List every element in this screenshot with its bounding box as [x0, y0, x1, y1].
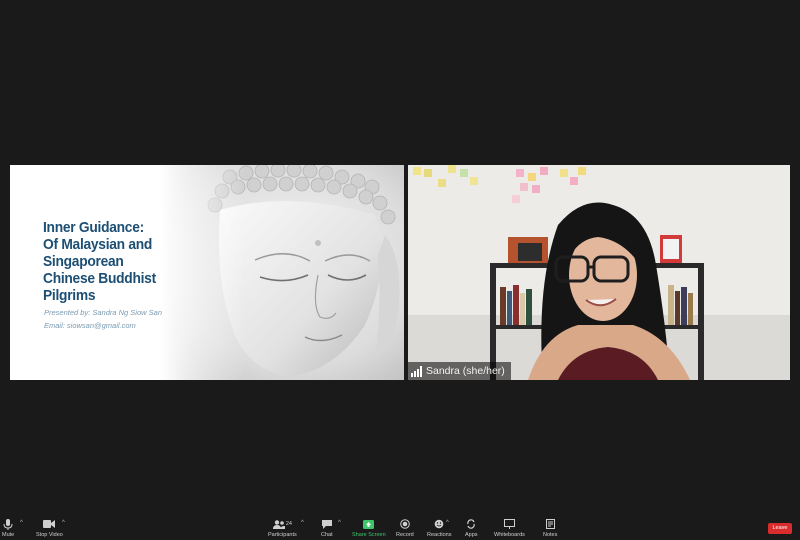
notes-label: Notes — [543, 532, 558, 538]
share-screen-icon — [363, 518, 375, 530]
stop-video-label: Stop Video — [36, 532, 63, 538]
participants-count: 24 — [285, 521, 292, 527]
chat-options-caret-icon[interactable]: ^ — [338, 520, 341, 526]
notes-icon — [545, 518, 555, 530]
participants-icon: 24 — [272, 518, 292, 530]
share-screen-button[interactable]: Share Screen — [352, 518, 386, 539]
reactions-smiley-icon — [434, 518, 444, 530]
share-screen-label: Share Screen — [352, 532, 386, 538]
slide-title-line-4: Chinese Buddhist — [43, 270, 156, 287]
apps-label: Apps — [465, 532, 478, 538]
leave-button[interactable]: Leave — [768, 523, 792, 534]
whiteboards-button[interactable]: Whiteboards — [494, 518, 525, 539]
meeting-toolbar: Mute ^ Stop Video ^ 24 Participants ^ Ch… — [0, 514, 800, 540]
slide-email: Email: siowsan@gmail.com — [44, 321, 136, 330]
participants-options-caret-icon[interactable]: ^ — [301, 520, 304, 526]
apps-button[interactable]: Apps — [465, 518, 478, 539]
stop-video-button[interactable]: Stop Video — [36, 518, 63, 539]
participants-label: Participants — [268, 532, 297, 538]
signal-strength-icon — [411, 365, 422, 377]
slide-title-line-2: Of Malaysian and — [43, 236, 153, 253]
slide-title-line-3: Singaporean — [43, 253, 124, 270]
mute-label: Mute — [2, 532, 15, 538]
chat-label: Chat — [321, 532, 333, 538]
participant-video-feed — [408, 165, 790, 380]
participant-video-tile[interactable]: Sandra (she/her) — [408, 165, 790, 380]
microphone-icon — [3, 518, 13, 530]
whiteboard-icon — [503, 518, 515, 530]
record-label: Record — [396, 532, 414, 538]
slide-title-line-5: Pilgrims — [43, 287, 96, 304]
chat-button[interactable]: Chat — [321, 518, 333, 539]
apps-icon — [466, 518, 476, 530]
reactions-options-caret-icon[interactable]: ^ — [446, 520, 449, 526]
reactions-label: Reactions — [427, 532, 452, 538]
chat-bubble-icon — [321, 518, 332, 530]
participants-button[interactable]: 24 Participants — [268, 518, 297, 539]
mute-button[interactable]: Mute — [2, 518, 14, 539]
shared-slide: Inner Guidance: Of Malaysian and Singapo… — [10, 165, 404, 380]
record-button[interactable]: Record — [396, 518, 414, 539]
video-camera-icon — [43, 518, 56, 530]
record-icon — [400, 518, 410, 530]
slide-title-line-1: Inner Guidance: — [43, 219, 144, 236]
slide-presenter: Presented by: Sandra Ng Siow San — [44, 308, 162, 317]
participant-name-tag: Sandra (she/her) — [408, 362, 511, 380]
mute-options-caret-icon[interactable]: ^ — [20, 520, 23, 526]
whiteboards-label: Whiteboards — [494, 532, 525, 538]
video-options-caret-icon[interactable]: ^ — [62, 520, 65, 526]
meeting-stage: Inner Guidance: Of Malaysian and Singapo… — [0, 0, 800, 514]
participant-name: Sandra (she/her) — [426, 365, 505, 377]
notes-button[interactable]: Notes — [543, 518, 557, 539]
